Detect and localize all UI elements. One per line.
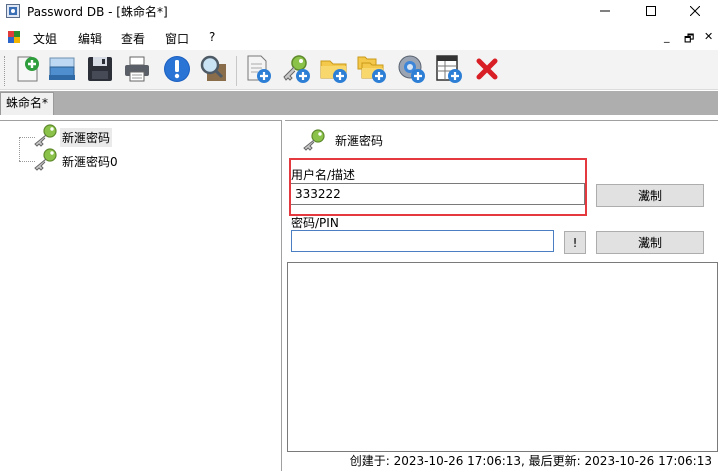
- menu-bar: 文姐 编辑 查看 窗口 ? _ 🗗 ✕: [0, 26, 718, 48]
- document-tab-strip: 蛛命名*: [0, 91, 718, 115]
- menu-file[interactable]: 文姐: [33, 30, 57, 47]
- document-system-icon[interactable]: [8, 31, 20, 43]
- search-button[interactable]: [196, 53, 230, 87]
- add-web-button[interactable]: [395, 53, 429, 87]
- key-icon: [32, 147, 58, 175]
- entry-detail-pane: 新滙密码 用户名/描述 瀻制 密码/PIN ! 瀻制 创建于: 2023-10-…: [285, 120, 718, 471]
- window-title: Password DB - [蛛命名*]: [27, 5, 168, 19]
- add-folders-button[interactable]: [355, 53, 389, 87]
- tree-item[interactable]: 新滙密码: [32, 123, 113, 151]
- tab-untitled[interactable]: 蛛命名*: [0, 92, 55, 115]
- delete-button[interactable]: [470, 53, 504, 87]
- entry-title: 新滙密码: [335, 134, 384, 148]
- password-field[interactable]: [291, 230, 554, 252]
- copy-username-button[interactable]: 瀻制: [596, 184, 704, 207]
- title-bar: Password DB - [蛛命名*]: [0, 0, 718, 22]
- info-icon: [162, 54, 192, 87]
- delete-icon: [472, 54, 502, 87]
- key-icon: [301, 129, 327, 151]
- tree-item-label: 新滙密码: [60, 127, 113, 147]
- add-folder-button[interactable]: [317, 53, 351, 87]
- minimize-button[interactable]: [582, 0, 628, 22]
- password-label: 密码/PIN: [291, 216, 339, 230]
- mdi-minimize-button[interactable]: _: [664, 30, 670, 43]
- new-database-button[interactable]: [10, 53, 44, 87]
- add-table-icon: [434, 54, 464, 87]
- add-folders-icon: [357, 54, 387, 87]
- toolbar: [0, 50, 718, 90]
- add-folder-icon: [319, 54, 349, 87]
- new-document-button[interactable]: [241, 53, 275, 87]
- toolbar-grip[interactable]: [4, 56, 8, 86]
- maximize-button[interactable]: [628, 0, 674, 22]
- tree-connector: [19, 137, 20, 161]
- notes-area[interactable]: [287, 262, 718, 452]
- add-table-button[interactable]: [432, 53, 466, 87]
- new-database-icon: [12, 54, 42, 87]
- reveal-password-button[interactable]: !: [564, 231, 586, 254]
- save-button[interactable]: [83, 53, 117, 87]
- app-icon: [6, 4, 20, 18]
- save-icon: [85, 54, 115, 87]
- add-key-button[interactable]: [279, 53, 313, 87]
- open-database-icon: [47, 54, 77, 87]
- key-icon: [32, 123, 58, 151]
- add-web-icon: [397, 54, 427, 87]
- mdi-restore-button[interactable]: 🗗: [684, 30, 694, 49]
- entry-tree: 新滙密码 新滙密码0: [0, 120, 282, 471]
- print-button[interactable]: [120, 53, 154, 87]
- print-icon: [122, 54, 152, 87]
- toolbar-separator: [236, 56, 237, 86]
- copy-password-button[interactable]: 瀻制: [596, 231, 704, 254]
- info-button[interactable]: [160, 53, 194, 87]
- tree-item[interactable]: 新滙密码0: [32, 147, 120, 175]
- new-document-icon: [243, 54, 273, 87]
- timestamp-status: 创建于: 2023-10-26 17:06:13, 最后更新: 2023-10-…: [349, 454, 712, 468]
- menu-window[interactable]: 窗口: [165, 30, 189, 47]
- username-label: 用户名/描述: [291, 168, 356, 182]
- username-field[interactable]: [290, 183, 585, 205]
- add-key-icon: [281, 54, 311, 87]
- mdi-close-button[interactable]: ✕: [704, 30, 713, 43]
- menu-view[interactable]: 查看: [121, 30, 145, 47]
- menu-edit[interactable]: 编辑: [78, 30, 102, 47]
- open-database-button[interactable]: [45, 53, 79, 87]
- close-button[interactable]: [672, 0, 718, 22]
- menu-help[interactable]: ?: [209, 30, 215, 44]
- tree-item-label: 新滙密码0: [62, 154, 118, 169]
- search-icon: [198, 54, 228, 87]
